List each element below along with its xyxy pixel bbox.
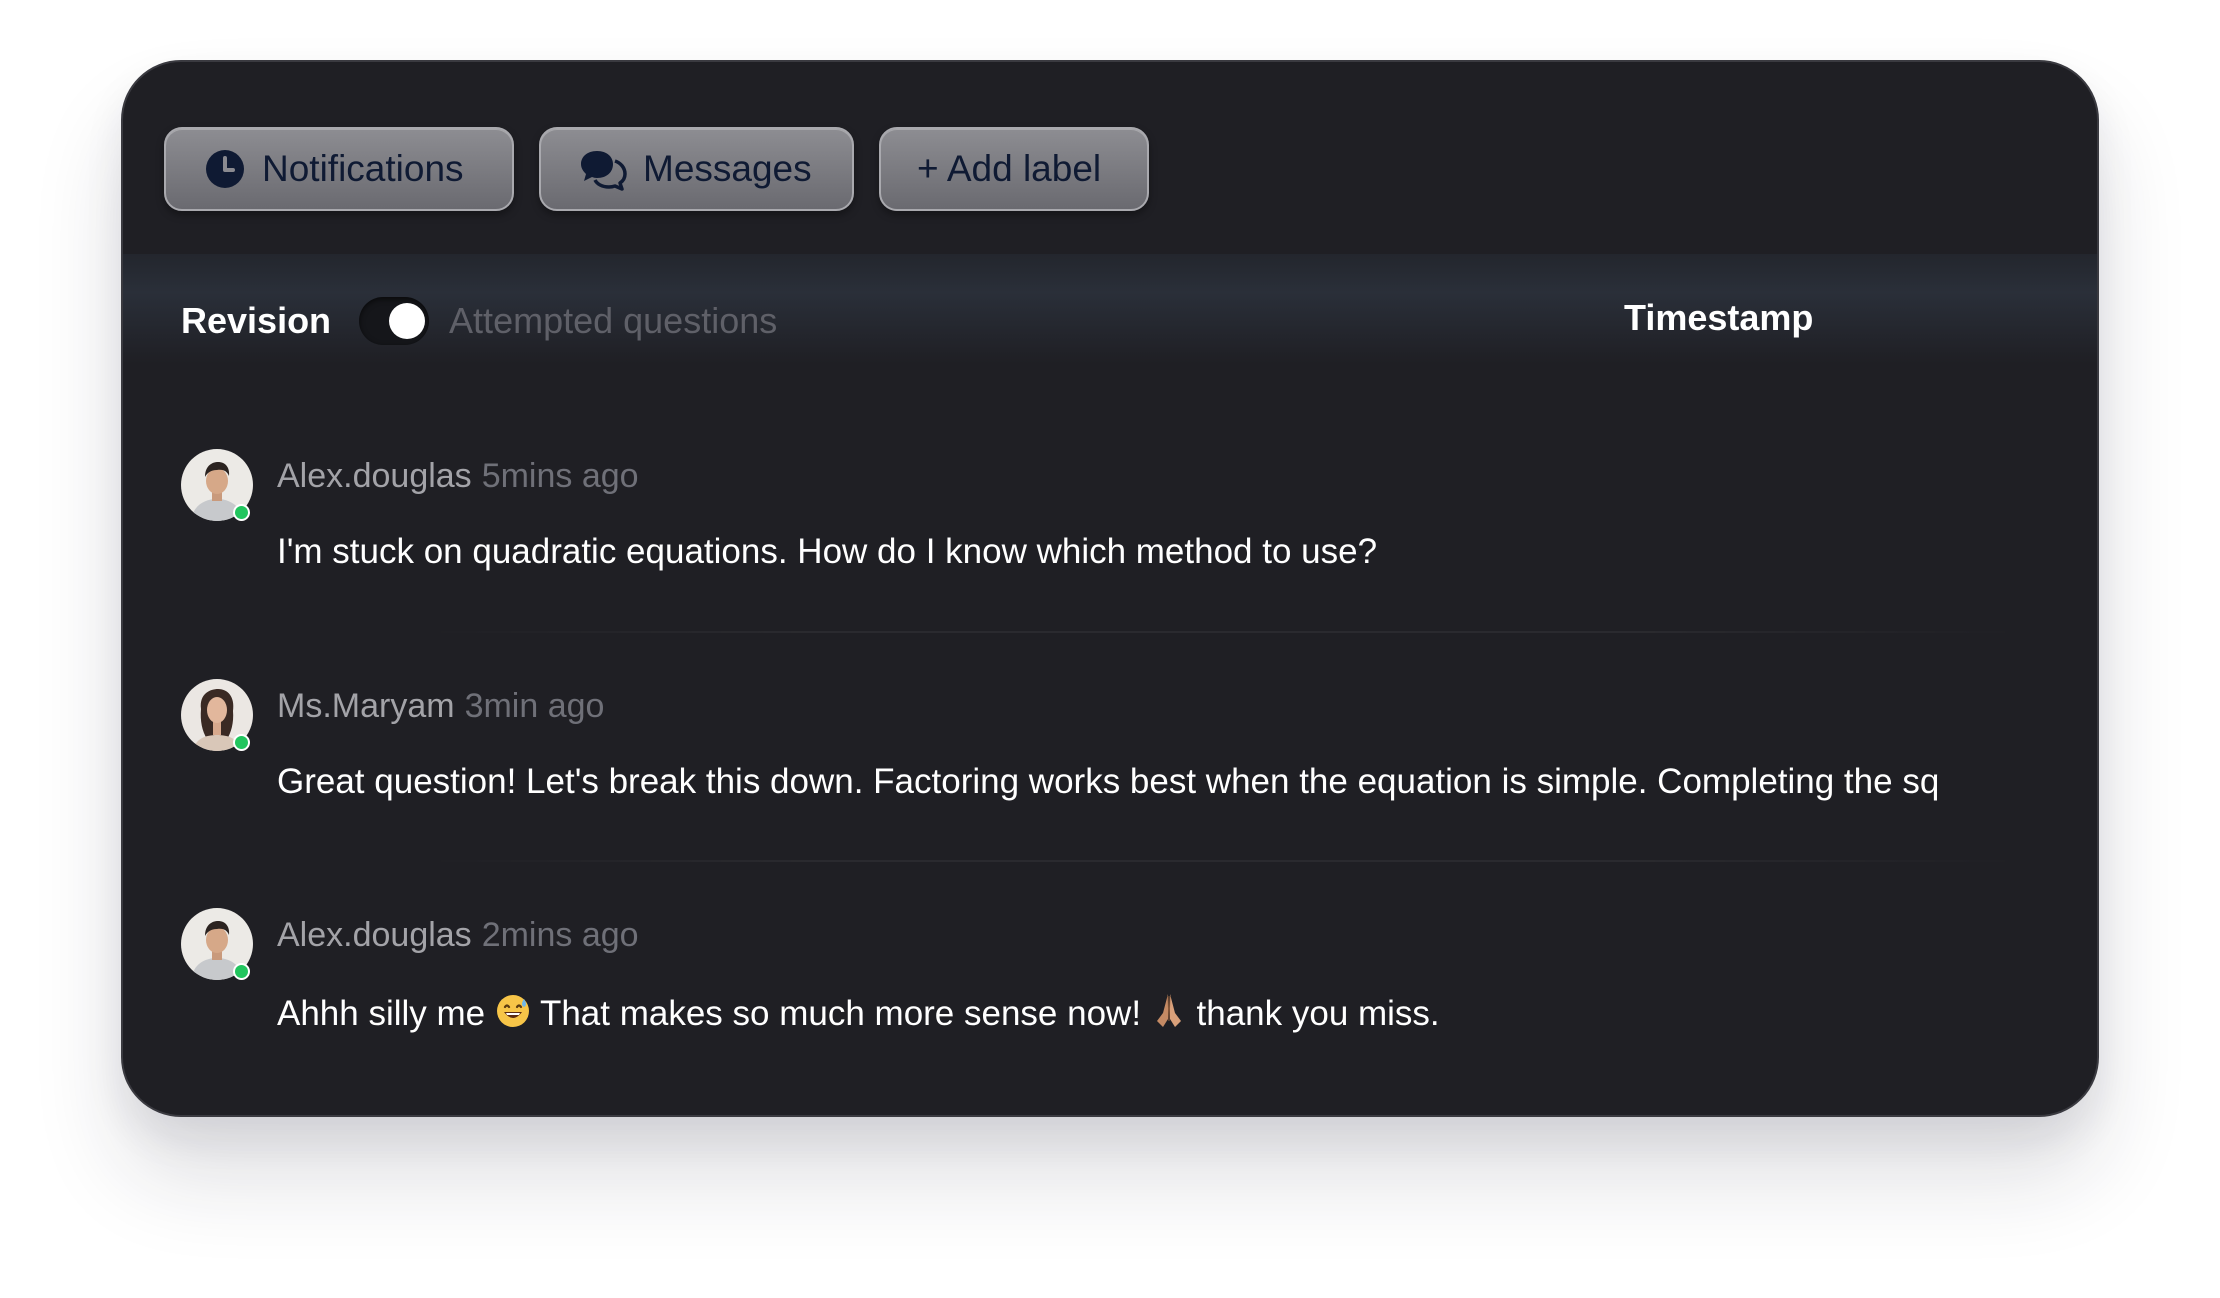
revision-label: Revision: [181, 300, 332, 341]
messages-button[interactable]: Messages: [539, 127, 854, 211]
avatar[interactable]: [181, 908, 253, 980]
view-toggle-row: Revision Attempted questions: [181, 297, 777, 345]
notifications-button[interactable]: Notifications: [164, 127, 514, 211]
message-divider: [423, 860, 2023, 862]
message-text: I'm stuck on quadratic equations. How do…: [277, 532, 1378, 571]
message-time: 3min ago: [464, 687, 605, 725]
online-status-dot: [233, 734, 250, 751]
timestamp-column-header: Timestamp: [1624, 297, 1814, 338]
message-time: 5mins ago: [481, 457, 639, 495]
avatar[interactable]: [181, 679, 253, 751]
message-meta: Ms.Maryam 3min ago: [277, 687, 604, 726]
message-text: Great question! Let's break this down. F…: [277, 762, 1940, 801]
message-author[interactable]: Alex.douglas: [277, 916, 472, 954]
notifications-label: Notifications: [262, 148, 464, 189]
message-author[interactable]: Ms.Maryam: [277, 687, 455, 725]
message-divider: [423, 631, 2023, 633]
chat-panel: Notifications Messages + Add label Revis…: [121, 60, 2099, 1117]
grinning-sweat-emoji-icon: [495, 993, 531, 1038]
label-toolbar: Notifications Messages + Add label: [164, 127, 1149, 211]
message-author[interactable]: Alex.douglas: [277, 457, 472, 495]
message-text-part: That makes so much more sense now!: [530, 994, 1151, 1033]
chat-bubbles-icon: [579, 148, 627, 191]
avatar[interactable]: [181, 449, 253, 521]
attempted-questions-label[interactable]: Attempted questions: [449, 300, 777, 342]
folded-hands-emoji-icon: [1151, 991, 1187, 1038]
revision-toggle[interactable]: [359, 297, 430, 345]
online-status-dot: [233, 504, 250, 521]
add-label-button[interactable]: + Add label: [879, 127, 1149, 211]
messages-label: Messages: [643, 148, 812, 189]
message-meta: Alex.douglas 5mins ago: [277, 457, 639, 496]
message-text-part: Ahhh silly me: [277, 994, 495, 1033]
message-time: 2mins ago: [481, 916, 639, 954]
toggle-knob: [389, 303, 426, 339]
clock-icon: [204, 148, 246, 190]
add-label-text: + Add label: [917, 148, 1102, 189]
message-meta: Alex.douglas 2mins ago: [277, 916, 639, 955]
message-text-part: thank you miss.: [1186, 994, 1440, 1033]
message-text: Ahhh silly me That makes so much more se…: [277, 991, 1440, 1038]
online-status-dot: [233, 963, 250, 980]
